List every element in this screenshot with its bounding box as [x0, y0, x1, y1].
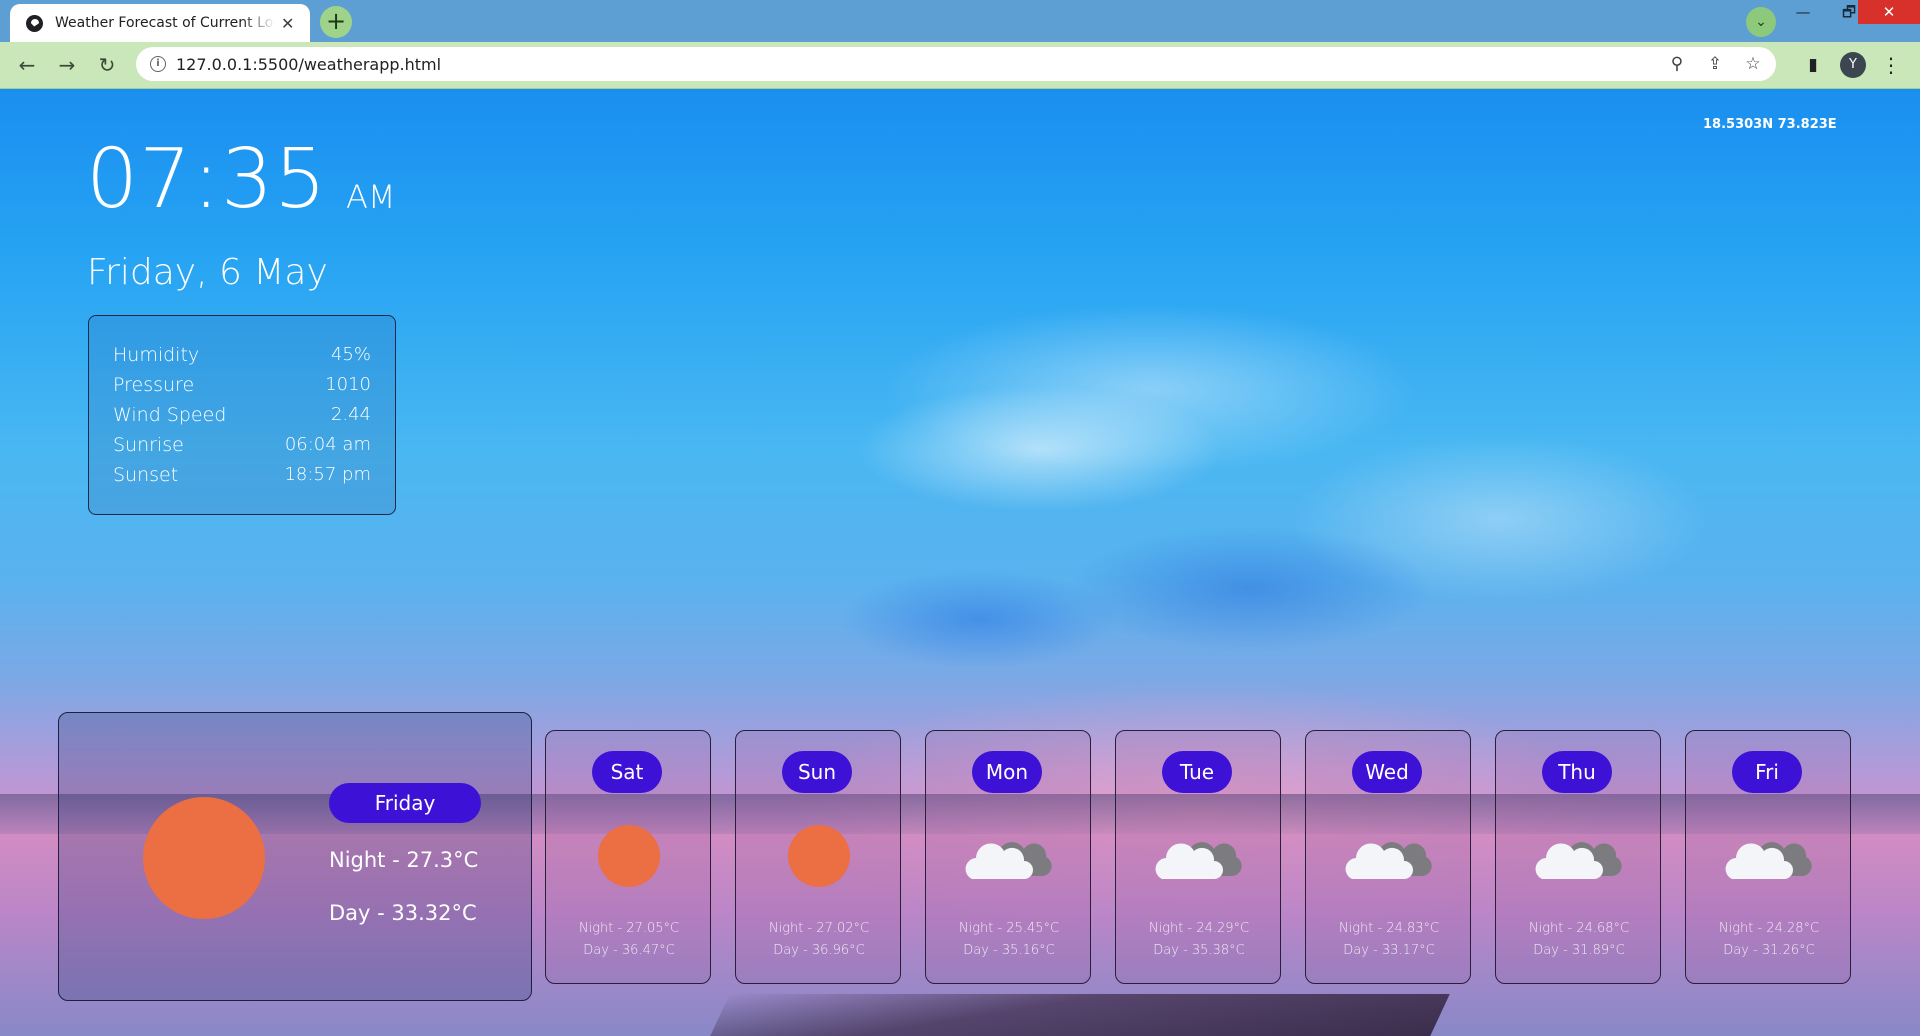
today-forecast-card: Friday Night - 27.3°C Day - 33.32°C	[58, 712, 532, 1001]
forecast-day-temp: Day - 33.17°C	[1343, 943, 1435, 958]
weather-details-panel: Humidity 45% Pressure 1010 Wind Speed 2.…	[88, 315, 396, 515]
cloud-icon	[1724, 827, 1814, 887]
globe-icon	[26, 14, 43, 32]
reload-icon[interactable]: ↻	[93, 51, 121, 79]
location-pin-icon[interactable]: ⚲	[1666, 53, 1688, 75]
forecast-night-temp: Night - 24.68°C	[1528, 921, 1630, 936]
info-icon[interactable]: i	[150, 56, 166, 72]
forecast-card: Fri Night - 24.28°C Day - 31.26°C	[1685, 730, 1851, 984]
minimize-button[interactable]: —	[1780, 0, 1826, 24]
detail-value: 18:57 pm	[284, 464, 371, 485]
pier-silhouette	[710, 994, 1450, 1036]
forecast-day-temp: Day - 31.89°C	[1533, 943, 1625, 958]
forecast-day-badge: Mon	[972, 751, 1042, 793]
current-date: Friday, 6 May	[87, 252, 328, 293]
forecast-night-temp: Night - 24.83°C	[1338, 921, 1440, 936]
arrow-right-icon[interactable]: →	[53, 51, 81, 79]
forecast-day-badge: Thu	[1542, 751, 1612, 793]
today-day-badge: Friday	[329, 783, 481, 823]
detail-value: 45%	[330, 344, 371, 365]
forecast-day-temp: Day - 36.96°C	[773, 943, 865, 958]
forecast-card: Tue Night - 24.29°C Day - 35.38°C	[1115, 730, 1281, 984]
today-night-temp: Night - 27.3°C	[329, 848, 479, 872]
forecast-day-badge: Fri	[1732, 751, 1802, 793]
side-panel-icon[interactable]: ▮	[1800, 52, 1826, 78]
forecast-day-badge: Wed	[1352, 751, 1422, 793]
browser-tab[interactable]: Weather Forecast of Current Location ✕	[10, 4, 310, 42]
sun-icon	[598, 825, 660, 887]
sun-icon	[788, 825, 850, 887]
forecast-day-badge: Tue	[1162, 751, 1232, 793]
detail-label: Sunset	[113, 464, 179, 486]
today-day-temp: Day - 33.32°C	[329, 901, 477, 925]
detail-label: Pressure	[113, 374, 195, 396]
cloud-icon	[1534, 827, 1624, 887]
arrow-left-icon[interactable]: ←	[13, 51, 41, 79]
share-icon[interactable]: ⇪	[1704, 53, 1726, 75]
cloud-icon	[1344, 827, 1434, 887]
star-icon[interactable]: ☆	[1742, 53, 1764, 75]
detail-label: Humidity	[113, 344, 200, 366]
cloud-icon	[964, 827, 1054, 887]
sun-icon	[143, 797, 265, 919]
forecast-card: Sat Night - 27.05°C Day - 36.47°C	[545, 730, 711, 984]
forecast-day-temp: Day - 35.38°C	[1153, 943, 1245, 958]
coordinates: 18.5303N 73.823E	[1703, 117, 1837, 132]
forecast-day-temp: Day - 35.16°C	[963, 943, 1055, 958]
detail-label: Wind Speed	[113, 404, 227, 426]
detail-wind-speed: Wind Speed 2.44	[113, 400, 371, 430]
detail-value: 1010	[325, 374, 371, 395]
detail-value: 2.44	[330, 404, 371, 425]
forecast-card: Mon Night - 25.45°C Day - 35.16°C	[925, 730, 1091, 984]
am-pm-indicator: AM	[346, 178, 396, 216]
profile-avatar[interactable]: Y	[1840, 52, 1866, 78]
close-window-button[interactable]: ✕	[1858, 0, 1920, 24]
kebab-menu-icon[interactable]: ⋮	[1878, 52, 1904, 78]
browser-toolbar: ← → ↻ i 127.0.0.1:5500/weatherapp.html ⚲…	[0, 42, 1920, 90]
tab-search-button[interactable]: ⌄	[1746, 7, 1776, 37]
detail-humidity: Humidity 45%	[113, 340, 371, 370]
forecast-card: Thu Night - 24.68°C Day - 31.89°C	[1495, 730, 1661, 984]
detail-pressure: Pressure 1010	[113, 370, 371, 400]
forecast-day-temp: Day - 31.26°C	[1723, 943, 1815, 958]
forecast-night-temp: Night - 27.02°C	[768, 921, 870, 936]
forecast-night-temp: Night - 27.05°C	[578, 921, 680, 936]
detail-label: Sunrise	[113, 434, 184, 456]
current-time: 07:35	[86, 132, 328, 227]
url-text[interactable]: 127.0.0.1:5500/weatherapp.html	[176, 55, 441, 74]
tab-title: Weather Forecast of Current Location	[55, 15, 275, 31]
forecast-card: Sun Night - 27.02°C Day - 36.96°C	[735, 730, 901, 984]
forecast-day-badge: Sun	[782, 751, 852, 793]
new-tab-button[interactable]: +	[320, 6, 352, 38]
forecast-day-temp: Day - 36.47°C	[583, 943, 675, 958]
forecast-night-temp: Night - 24.28°C	[1718, 921, 1820, 936]
close-tab-icon[interactable]: ✕	[281, 14, 294, 33]
cloud-icon	[1154, 827, 1244, 887]
detail-sunrise: Sunrise 06:04 am	[113, 430, 371, 460]
forecast-card: Wed Night - 24.83°C Day - 33.17°C	[1305, 730, 1471, 984]
detail-value: 06:04 am	[284, 434, 371, 455]
forecast-night-temp: Night - 24.29°C	[1148, 921, 1250, 936]
address-bar[interactable]: i 127.0.0.1:5500/weatherapp.html ⚲ ⇪ ☆	[136, 47, 1776, 81]
browser-tab-strip: Weather Forecast of Current Location ✕ +…	[0, 0, 1920, 42]
detail-sunset: Sunset 18:57 pm	[113, 460, 371, 490]
forecast-day-badge: Sat	[592, 751, 662, 793]
forecast-night-temp: Night - 25.45°C	[958, 921, 1060, 936]
